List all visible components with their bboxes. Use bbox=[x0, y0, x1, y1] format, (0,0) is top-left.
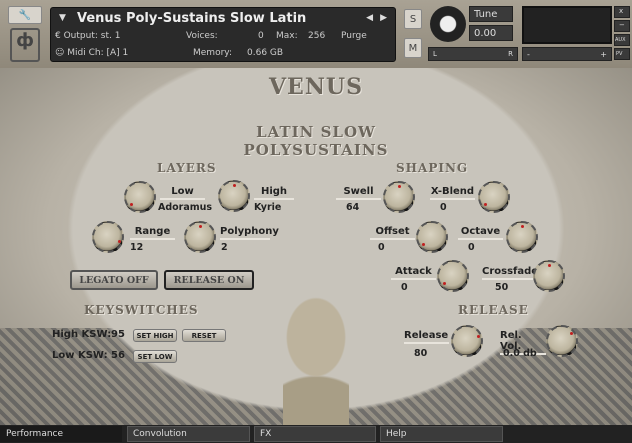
tab-performance[interactable]: Performance bbox=[0, 426, 122, 442]
output-value[interactable]: st. 1 bbox=[101, 31, 121, 41]
shaping-title: SHAPING bbox=[396, 161, 469, 175]
minimize-button[interactable]: − bbox=[614, 20, 630, 32]
next-icon[interactable]: ▶ bbox=[380, 13, 387, 23]
attack-label: Attack bbox=[391, 266, 436, 280]
tab-fx[interactable]: FX bbox=[254, 426, 376, 442]
legato-toggle[interactable]: LEGATO OFF bbox=[70, 270, 158, 290]
offset-value: 0 bbox=[378, 242, 385, 253]
swell-knob[interactable] bbox=[383, 181, 415, 213]
vol-minus: - bbox=[527, 50, 530, 59]
release-toggle[interactable]: RELEASE ON bbox=[164, 270, 254, 290]
low-label: Low bbox=[160, 186, 205, 200]
max-value[interactable]: 256 bbox=[308, 31, 325, 41]
xblend-knob[interactable] bbox=[478, 181, 510, 213]
octave-knob[interactable] bbox=[506, 221, 538, 253]
crossfade-knob[interactable] bbox=[533, 260, 565, 292]
output-label: € Output: st. 1 bbox=[55, 31, 121, 41]
tune-label: Tune bbox=[469, 6, 513, 22]
venus-statue bbox=[283, 290, 349, 425]
patch-title-line1: LATIN SLOW bbox=[256, 123, 376, 141]
attack-value: 0 bbox=[401, 282, 408, 293]
rel-vol-knob[interactable] bbox=[546, 325, 578, 357]
set-high-button[interactable]: SET HIGH bbox=[133, 329, 177, 342]
pv-button[interactable]: PV bbox=[614, 48, 630, 60]
venus-title: VENUS bbox=[268, 74, 364, 100]
swell-value: 64 bbox=[346, 202, 360, 213]
release-label: Release bbox=[404, 330, 449, 344]
midi-label-text: Midi Ch: bbox=[67, 48, 104, 58]
pan-left: L bbox=[433, 50, 437, 58]
pan-slider[interactable]: LR bbox=[428, 47, 518, 61]
low-ksw-value: 56 bbox=[111, 350, 125, 361]
dropdown-icon[interactable]: ▼ bbox=[59, 13, 66, 23]
midi-label: ☺ Midi Ch: [A] 1 bbox=[55, 48, 129, 58]
attack-knob[interactable] bbox=[437, 260, 469, 292]
high-value: Kyrie bbox=[254, 202, 282, 213]
crossfade-label: Crossfade bbox=[482, 266, 538, 280]
offset-knob[interactable] bbox=[416, 221, 448, 253]
range-value: 12 bbox=[130, 242, 144, 253]
patch-title-line2: POLYSUSTAINS bbox=[243, 141, 389, 159]
low-ksw-label: Low KSW: bbox=[52, 350, 108, 361]
release-value: 80 bbox=[414, 348, 428, 359]
polyphony-value: 2 bbox=[221, 242, 228, 253]
instrument-header: 🔧 ф ▼ Venus Poly-Sustains Slow Latin ◀ ▶… bbox=[0, 0, 632, 68]
tab-help[interactable]: Help bbox=[380, 426, 503, 442]
output-label-text: Output: bbox=[63, 31, 98, 41]
xblend-label: X-Blend bbox=[430, 186, 475, 200]
level-meter bbox=[522, 6, 612, 44]
rel-vol-value: 0.0 db bbox=[503, 348, 537, 359]
offset-label: Offset bbox=[370, 226, 415, 240]
octave-label: Octave bbox=[458, 226, 503, 240]
release-title: RELEASE bbox=[458, 303, 529, 317]
wrench-icon[interactable]: 🔧 bbox=[8, 6, 42, 24]
tab-convolution[interactable]: Convolution bbox=[127, 426, 250, 442]
pan-right: R bbox=[508, 50, 513, 58]
memory-value: 0.66 GB bbox=[247, 48, 284, 58]
crossfade-value: 50 bbox=[495, 282, 509, 293]
reset-button[interactable]: RESET bbox=[182, 329, 226, 342]
purge-button[interactable]: Purge bbox=[341, 31, 367, 41]
tune-value[interactable]: 0.00 bbox=[469, 25, 513, 41]
mute-button[interactable]: M bbox=[404, 38, 422, 58]
low-knob[interactable] bbox=[124, 181, 156, 213]
low-value: Adoramus bbox=[158, 202, 213, 213]
instrument-name[interactable]: Venus Poly-Sustains Slow Latin bbox=[77, 11, 306, 26]
solo-button[interactable]: S bbox=[404, 9, 422, 29]
layers-title: LAYERS bbox=[157, 161, 217, 175]
tune-knob[interactable] bbox=[430, 6, 466, 42]
max-label: Max: bbox=[276, 31, 298, 41]
polyphony-label: Polyphony bbox=[220, 226, 279, 240]
prev-icon[interactable]: ◀ bbox=[366, 13, 373, 23]
instrument-header-box: ▼ Venus Poly-Sustains Slow Latin ◀ ▶ € O… bbox=[50, 7, 396, 62]
set-low-button[interactable]: SET LOW bbox=[133, 350, 177, 363]
high-ksw-label: High KSW: bbox=[52, 329, 112, 340]
vol-plus: + bbox=[600, 50, 607, 59]
memory-label: Memory: bbox=[193, 48, 232, 58]
release-knob[interactable] bbox=[451, 325, 483, 357]
close-button[interactable]: x bbox=[614, 6, 630, 18]
xblend-value: 0 bbox=[440, 202, 447, 213]
voices-label: Voices: bbox=[186, 31, 218, 41]
tab-bar: Performance Convolution FX Help bbox=[0, 425, 632, 443]
aux-button[interactable]: AUX bbox=[614, 34, 630, 46]
midi-value[interactable]: [A] 1 bbox=[107, 48, 129, 58]
volume-slider[interactable]: - + bbox=[522, 47, 612, 61]
keyswitches-title: KEYSWITCHES bbox=[84, 303, 199, 317]
instrument-panel: VENUS LATIN SLOW POLYSUSTAINS LAYERS SHA… bbox=[0, 68, 632, 425]
range-knob[interactable] bbox=[92, 221, 124, 253]
high-knob[interactable] bbox=[218, 180, 250, 212]
range-label: Range bbox=[130, 226, 175, 240]
polyphony-knob[interactable] bbox=[184, 221, 216, 253]
octave-value: 0 bbox=[468, 242, 475, 253]
swell-label: Swell bbox=[336, 186, 381, 200]
high-label: High bbox=[254, 186, 294, 200]
library-logo-icon: ф bbox=[10, 28, 40, 62]
voices-value: 0 bbox=[258, 31, 264, 41]
high-ksw-value: 95 bbox=[111, 329, 125, 340]
